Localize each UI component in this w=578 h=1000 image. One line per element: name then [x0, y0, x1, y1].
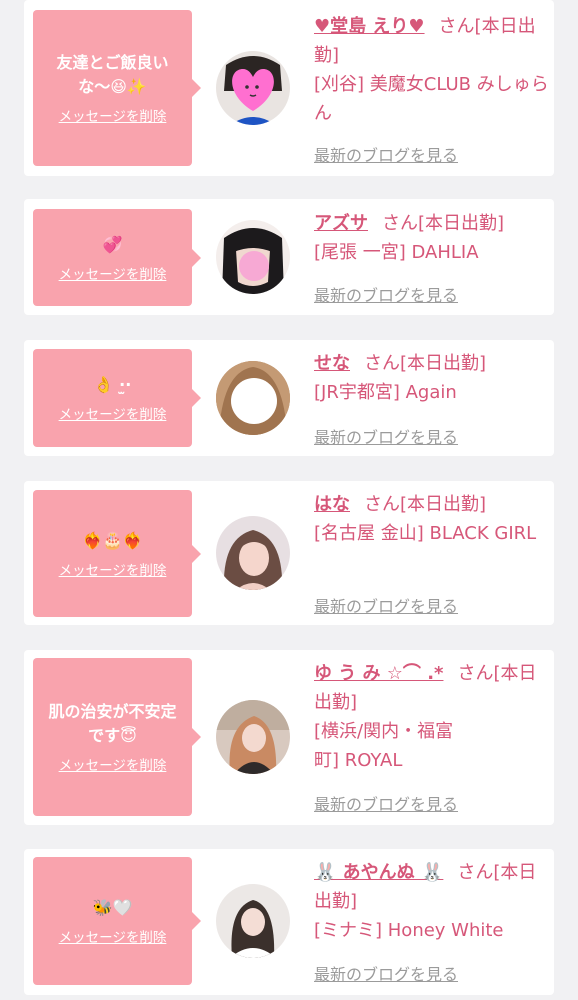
message-text: 💞 [102, 234, 123, 254]
photo-portrait-icon [216, 700, 290, 774]
message-bubble: 肌の治安が不安定です😇 メッセージを削除 [33, 658, 201, 816]
message-card: 肌の治安が不安定です😇 メッセージを削除 ゆ う み ☆⌒ .* さん[本日出勤]… [24, 650, 554, 825]
message-text: 友達とご飯良いな〜😆✨ [56, 53, 169, 96]
member-name-link[interactable]: アズサ [314, 213, 368, 234]
heart-sticker-face-icon [216, 51, 290, 125]
message-text: ❤️‍🔥🎂❤️‍🔥 [82, 530, 143, 550]
member-name-link[interactable]: ♥堂島 えり♥ [314, 16, 425, 37]
message-bubble: 🐝🤍 メッセージを削除 [33, 857, 201, 985]
attendance-status: さん[本日出勤] [364, 353, 487, 374]
message-bubble: 💞 メッセージを削除 [33, 209, 201, 306]
avatar[interactable] [216, 700, 290, 774]
latest-blog-link[interactable]: 最新のブログを見る [314, 282, 458, 306]
shop-label: [ミナミ] Honey White [314, 920, 504, 941]
delete-message-link[interactable]: メッセージを削除 [59, 263, 167, 283]
delete-message-link[interactable]: メッセージを削除 [59, 403, 167, 423]
shop-label: [尾張 一宮] DAHLIA [314, 242, 479, 263]
delete-message-link[interactable]: メッセージを削除 [59, 754, 167, 774]
message-bubble: ❤️‍🔥🎂❤️‍🔥 メッセージを削除 [33, 490, 201, 617]
pink-circle-face-icon [216, 220, 290, 294]
message-bubble: 👌 ·̫· メッセージを削除 [33, 349, 201, 447]
message-bubble: 友達とご飯良いな〜😆✨ メッセージを削除 [33, 10, 201, 166]
white-circle-face-icon [216, 361, 290, 435]
photo-portrait-icon [216, 884, 290, 958]
delete-message-link[interactable]: メッセージを削除 [59, 926, 167, 946]
avatar[interactable] [216, 220, 290, 294]
message-text: 👌 ·̫· [93, 375, 132, 394]
latest-blog-link[interactable]: 最新のブログを見る [314, 791, 458, 815]
photo-portrait-icon [216, 516, 290, 590]
latest-blog-link[interactable]: 最新のブログを見る [314, 142, 458, 166]
message-text: 肌の治安が不安定です😇 [48, 702, 177, 745]
message-card: 👌 ·̫· メッセージを削除 せな さん[本日出勤] [JR宇都宮] Again … [24, 340, 554, 456]
attendance-status: さん[本日出勤] [364, 494, 487, 515]
shop-label: [名古屋 金山] BLACK GIRL [314, 523, 537, 544]
avatar[interactable] [216, 51, 290, 125]
member-name-link[interactable]: 🐰 あやんぬ 🐰 [314, 862, 443, 883]
message-card: 🐝🤍 メッセージを削除 🐰 あやんぬ 🐰 さん[本日出勤] [ミナミ] Honey… [24, 849, 554, 995]
latest-blog-link[interactable]: 最新のブログを見る [314, 424, 458, 448]
member-name-link[interactable]: ゆ う み ☆⌒ .* [314, 663, 443, 684]
shop-label: [横浜/関内・福富町] ROYAL [314, 721, 454, 771]
member-name-link[interactable]: はな [314, 494, 350, 515]
attendance-status: さん[本日出勤] [382, 213, 505, 234]
shop-label: [刈谷] 美魔女CLUB みしゅらん [314, 74, 549, 124]
avatar[interactable] [216, 516, 290, 590]
latest-blog-link[interactable]: 最新のブログを見る [314, 961, 458, 985]
latest-blog-link[interactable]: 最新のブログを見る [314, 593, 458, 617]
message-card: ❤️‍🔥🎂❤️‍🔥 メッセージを削除 はな さん[本日出勤] [名古屋 金山] B… [24, 481, 554, 625]
avatar[interactable] [216, 361, 290, 435]
avatar[interactable] [216, 884, 290, 958]
shop-label: [JR宇都宮] Again [314, 382, 457, 403]
message-card: 💞 メッセージを削除 アズサ さん[本日出勤] [尾張 一宮] DAHLIA 最新… [24, 199, 554, 315]
member-name-link[interactable]: せな [314, 353, 350, 374]
delete-message-link[interactable]: メッセージを削除 [59, 559, 167, 579]
message-text: 🐝🤍 [92, 898, 133, 917]
message-card: 友達とご飯良いな〜😆✨ メッセージを削除 ♥堂島 えり♥ さん[本日出勤] [刈谷… [24, 0, 554, 176]
delete-message-link[interactable]: メッセージを削除 [59, 105, 167, 125]
